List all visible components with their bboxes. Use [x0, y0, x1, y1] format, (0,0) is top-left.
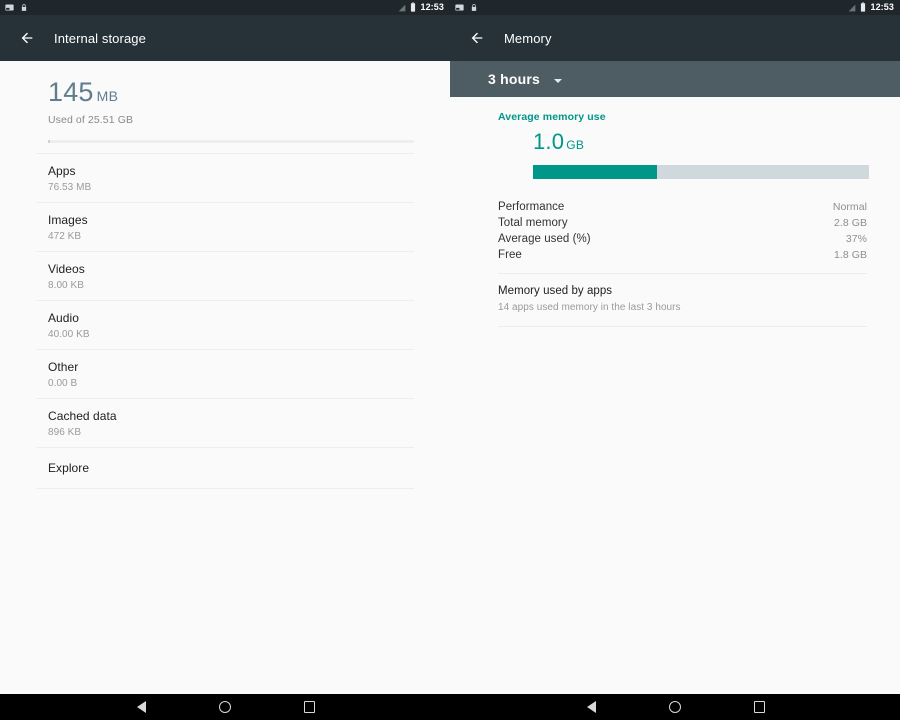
stat-row-total-memory: Total memory 2.8 GB	[498, 215, 867, 231]
stat-row-free: Free 1.8 GB	[498, 247, 867, 263]
storage-row-title: Images	[48, 213, 88, 227]
stat-key: Performance	[498, 201, 565, 213]
storage-total-subtitle: Used of 25.51 GB	[48, 114, 134, 126]
average-memory-label: Average memory use	[498, 111, 606, 123]
internal-storage-panel: 12:53 Internal storage 145 MB Used of 25.…	[0, 0, 450, 720]
storage-row-title: Videos	[48, 262, 85, 276]
storage-used-amount: 145 MB	[48, 79, 450, 106]
stat-value: 37%	[845, 233, 867, 245]
memory-usage-fill	[533, 165, 658, 179]
status-icons-right: 12:53	[848, 0, 894, 15]
nav-home-button[interactable]	[662, 694, 688, 720]
storage-row-title: Cached data	[48, 409, 117, 423]
memory-used-by-apps-row[interactable]: Memory used by apps 14 apps used memory …	[498, 274, 867, 327]
page-title-memory: Memory	[504, 30, 552, 46]
stat-row-performance: Performance Normal	[498, 199, 867, 215]
storage-row-size: 472 KB	[48, 231, 82, 242]
chevron-down-icon	[553, 78, 562, 83]
memory-stats-table: Performance Normal Total memory 2.8 GB A…	[498, 199, 867, 274]
page-title-storage: Internal storage	[54, 30, 146, 46]
screenshot-icon	[5, 0, 14, 17]
stat-value: 2.8 GB	[834, 217, 867, 229]
average-memory-unit: GB	[566, 138, 585, 152]
nav-back-button[interactable]	[578, 694, 604, 720]
stat-key: Average used (%)	[498, 233, 591, 245]
storage-row-other[interactable]: Other 0.00 B	[36, 350, 414, 399]
storage-row-cached-data[interactable]: Cached data 896 KB	[36, 399, 414, 448]
stat-row-average-used: Average used (%) 37%	[498, 231, 867, 247]
storage-used-unit: MB	[96, 88, 119, 104]
nav-recents-button[interactable]	[746, 694, 772, 720]
status-clock: 12:53	[420, 2, 444, 12]
average-memory-amount: 1.0 GB	[450, 131, 900, 153]
storage-row-videos[interactable]: Videos 8.00 KB	[36, 252, 414, 301]
storage-row-size: 76.53 MB	[48, 182, 92, 193]
average-memory-value: 1.0	[533, 129, 565, 154]
memory-content: Average memory use 1.0 GB Performance Nor…	[450, 97, 900, 327]
stat-key: Total memory	[498, 217, 568, 229]
storage-row-size: 8.00 KB	[48, 280, 84, 291]
lock-icon	[20, 0, 28, 17]
memory-used-by-apps-subtitle: 14 apps used memory in the last 3 hours	[498, 302, 681, 313]
signal-off-icon	[398, 0, 406, 17]
back-button-memory[interactable]	[462, 23, 492, 53]
storage-content: 145 MB Used of 25.51 GB Apps 76.53 MB Ima…	[0, 61, 450, 489]
duration-spinner-label: 3 hours	[488, 71, 540, 87]
status-icons-left	[455, 0, 478, 17]
storage-row-title: Audio	[48, 311, 79, 325]
battery-icon	[860, 0, 866, 17]
back-triangle-icon	[586, 701, 596, 713]
dual-panel-screen: 12:53 Internal storage 145 MB Used of 25.…	[0, 0, 900, 720]
navigation-bar-left	[0, 694, 450, 720]
screenshot-icon	[455, 0, 464, 17]
back-button-storage[interactable]	[12, 23, 42, 53]
battery-icon	[410, 0, 416, 17]
memory-panel: 12:53 Memory 3 hours Average memory use …	[450, 0, 900, 720]
storage-row-title: Other	[48, 360, 79, 374]
storage-progress-fill	[48, 140, 50, 143]
toolbar-internal-storage: Internal storage	[0, 15, 450, 61]
recents-square-icon	[303, 701, 315, 713]
stat-key: Free	[498, 249, 522, 261]
signal-off-icon	[848, 0, 856, 17]
memory-used-by-apps-title: Memory used by apps	[498, 285, 613, 297]
storage-progress-bar	[48, 140, 414, 143]
back-arrow-icon	[21, 32, 33, 44]
status-clock: 12:53	[870, 2, 894, 12]
nav-home-button[interactable]	[212, 694, 238, 720]
storage-summary: 145 MB Used of 25.51 GB	[0, 61, 450, 127]
status-bar-right: 12:53	[450, 0, 900, 15]
storage-row-apps[interactable]: Apps 76.53 MB	[36, 154, 414, 203]
lock-icon	[470, 0, 478, 17]
recents-square-icon	[753, 701, 765, 713]
storage-row-size: 0.00 B	[48, 378, 78, 389]
back-arrow-icon	[471, 32, 483, 44]
nav-recents-button[interactable]	[296, 694, 322, 720]
status-bar-left: 12:53	[0, 0, 450, 15]
storage-row-images[interactable]: Images 472 KB	[36, 203, 414, 252]
nav-back-button[interactable]	[128, 694, 154, 720]
toolbar-memory: Memory	[450, 15, 900, 61]
stat-value: Normal	[832, 201, 867, 213]
storage-row-size: 896 KB	[48, 427, 82, 438]
memory-usage-bar	[533, 165, 869, 179]
storage-row-title: Apps	[48, 164, 76, 178]
status-icons-right: 12:53	[398, 0, 444, 15]
back-triangle-icon	[136, 701, 146, 713]
home-circle-icon	[669, 701, 681, 713]
storage-used-value: 145	[48, 77, 94, 107]
storage-row-audio[interactable]: Audio 40.00 KB	[36, 301, 414, 350]
storage-category-list: Apps 76.53 MB Images 472 KB Videos 8.00 …	[36, 154, 414, 489]
storage-row-size: 40.00 KB	[48, 329, 90, 340]
status-icons-left	[5, 0, 28, 17]
home-circle-icon	[219, 701, 231, 713]
duration-spinner[interactable]: 3 hours	[450, 61, 900, 97]
stat-value: 1.8 GB	[834, 249, 867, 261]
navigation-bar-right	[450, 694, 900, 720]
storage-row-explore[interactable]: Explore	[36, 448, 414, 489]
storage-row-title: Explore	[48, 461, 90, 475]
